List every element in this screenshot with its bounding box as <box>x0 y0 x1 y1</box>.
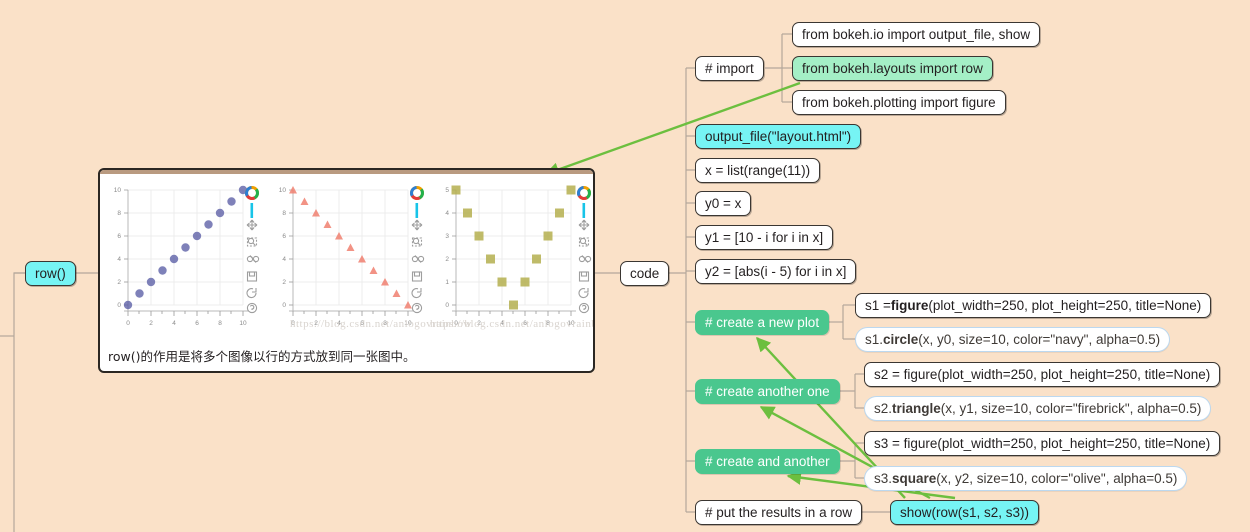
svg-text:6: 6 <box>117 233 121 240</box>
stmt-show-row[interactable]: show(row(s1, s2, s3)) <box>890 500 1040 525</box>
import-line-1[interactable]: from bokeh.io import output_file, show <box>792 22 1041 47</box>
svg-text:2: 2 <box>445 256 449 263</box>
stmt-s1-circle-fn: circle <box>883 331 919 347</box>
svg-text:6: 6 <box>195 320 199 327</box>
stmt-s1-figure-prefix: s1 = <box>865 297 891 313</box>
svg-text:1: 1 <box>445 279 449 286</box>
stmt-s3-square-args: (x, y2, size=10, color="olive", alpha=0.… <box>936 470 1178 486</box>
svg-text:4: 4 <box>282 256 286 263</box>
import-line-3[interactable]: from bokeh.plotting import figure <box>792 90 1006 115</box>
svg-text:8: 8 <box>218 320 222 327</box>
svg-text:6: 6 <box>282 233 286 240</box>
import-line-2-label: from bokeh.layouts import row <box>802 60 983 76</box>
plot-1-circle[interactable]: 0 2 4 6 8 10 0 2 4 6 8 10 <box>100 175 265 335</box>
svg-text:10: 10 <box>239 320 247 327</box>
svg-text:2: 2 <box>149 320 153 327</box>
stmt-s1-figure-fn: figure <box>890 297 929 313</box>
svg-text:10: 10 <box>114 187 122 194</box>
svg-text:0: 0 <box>445 302 449 309</box>
comment-create-new-plot-label: # create a new plot <box>705 314 820 330</box>
bokeh-row-layout: 024 6 8 10 024 6 8 10 0 2 4 6 8 10 0 2 4… <box>100 175 593 335</box>
plot-3-square[interactable]: 024 6 8 10 012 345 <box>430 175 593 335</box>
comment-create-another-one[interactable]: # create another one <box>695 379 840 404</box>
svg-text:8: 8 <box>282 210 286 217</box>
svg-text:0: 0 <box>117 302 121 309</box>
image-caption: row()的作用是将多个图像以行的方式放到同一张图中。 <box>108 349 416 364</box>
import-line-2[interactable]: from bokeh.layouts import row <box>792 56 993 81</box>
svg-text:10: 10 <box>279 187 287 194</box>
comment-put-results-in-row-label: # put the results in a row <box>705 504 853 520</box>
code-node-label: code <box>630 265 660 281</box>
stmt-s3-square-prefix: s3. <box>874 470 893 486</box>
statement-x[interactable]: x = list(range(11)) <box>695 158 821 183</box>
stmt-s3-square-fn: square <box>892 470 937 486</box>
plot-2-triangle[interactable]: 024 6 8 10 024 6 8 10 <box>265 175 430 335</box>
svg-text:0: 0 <box>282 302 286 309</box>
statement-x-label: x = list(range(11)) <box>705 162 811 178</box>
statement-y2[interactable]: y2 = [abs(i - 5) for i in x] <box>695 259 857 284</box>
branch-import-label: # import <box>705 60 754 76</box>
svg-text:4: 4 <box>172 320 176 327</box>
import-line-3-label: from bokeh.plotting import figure <box>802 94 996 110</box>
statement-output-file[interactable]: output_file("layout.html") <box>695 124 862 149</box>
mindmap-canvas: row() 0 2 4 6 8 10 0 2 4 6 8 10 0 2 4 6 … <box>0 0 1250 532</box>
statement-y1[interactable]: y1 = [10 - i for i in x] <box>695 225 834 250</box>
comment-create-and-another-label: # create and another <box>705 453 830 469</box>
svg-text:4: 4 <box>445 210 449 217</box>
statement-y1-label: y1 = [10 - i for i in x] <box>705 229 824 245</box>
comment-put-results-in-row[interactable]: # put the results in a row <box>695 500 863 525</box>
image-panel[interactable]: 024 6 8 10 024 6 8 10 0 2 4 6 8 10 0 2 4… <box>98 168 595 373</box>
svg-text:2: 2 <box>117 279 121 286</box>
statement-y2-label: y2 = [abs(i - 5) for i in x] <box>705 263 847 279</box>
statement-y0-label: y0 = x <box>705 195 742 211</box>
panel-top-stripe <box>100 170 593 174</box>
svg-text:5: 5 <box>445 187 449 194</box>
stmt-s2-triangle-fn: triangle <box>892 400 941 416</box>
stmt-s1-figure[interactable]: s1 = figure (plot_width=250, plot_height=… <box>855 293 1212 318</box>
branch-import[interactable]: # import <box>695 56 764 81</box>
svg-text:2: 2 <box>282 279 286 286</box>
stmt-s1-figure-args: (plot_width=250, plot_height=250, title=… <box>928 297 1202 313</box>
statement-output-file-label: output_file("layout.html") <box>705 128 852 144</box>
stmt-s2-figure-prefix: s2 = figure(plot_width=250, plot_height=… <box>874 366 1211 382</box>
comment-create-new-plot[interactable]: # create a new plot <box>695 310 830 335</box>
import-line-1-label: from bokeh.io import output_file, show <box>802 26 1031 42</box>
stmt-s2-figure[interactable]: s2 = figure(plot_width=250, plot_height=… <box>864 362 1221 387</box>
stmt-s2-triangle-args: (x, y1, size=10, color="firebrick", alph… <box>940 400 1202 416</box>
stmt-s2-triangle[interactable]: s2. triangle (x, y1, size=10, color="fireb… <box>864 396 1212 421</box>
root-node-label: row() <box>35 265 66 281</box>
stmt-s1-circle-args: (x, y0, size=10, color="navy", alpha=0.5… <box>918 331 1161 347</box>
stmt-s3-square[interactable]: s3. square (x, y2, size=10, color="olive",… <box>864 466 1188 491</box>
stmt-s2-triangle-prefix: s2. <box>874 400 893 416</box>
svg-text:8: 8 <box>117 210 121 217</box>
watermark-2: https://blog.csdn.net/anlogovrainbow <box>430 318 595 330</box>
stmt-s3-figure[interactable]: s3 = figure(plot_width=250, plot_height=… <box>864 431 1221 456</box>
statement-y0[interactable]: y0 = x <box>695 191 752 216</box>
stmt-s1-circle[interactable]: s1. circle (x, y0, size=10, color="navy", … <box>855 327 1171 352</box>
comment-create-another-one-label: # create another one <box>705 383 830 399</box>
svg-text:0: 0 <box>126 320 130 327</box>
code-node[interactable]: code <box>620 261 670 286</box>
stmt-s3-figure-prefix: s3 = figure(plot_width=250, plot_height=… <box>874 435 1211 451</box>
svg-text:3: 3 <box>445 233 449 240</box>
root-node-row[interactable]: row() <box>25 261 76 286</box>
comment-create-and-another[interactable]: # create and another <box>695 449 840 474</box>
stmt-show-row-label: show(row(s1, s2, s3)) <box>900 504 1030 520</box>
stmt-s1-circle-prefix: s1. <box>865 331 884 347</box>
svg-text:4: 4 <box>117 256 121 263</box>
